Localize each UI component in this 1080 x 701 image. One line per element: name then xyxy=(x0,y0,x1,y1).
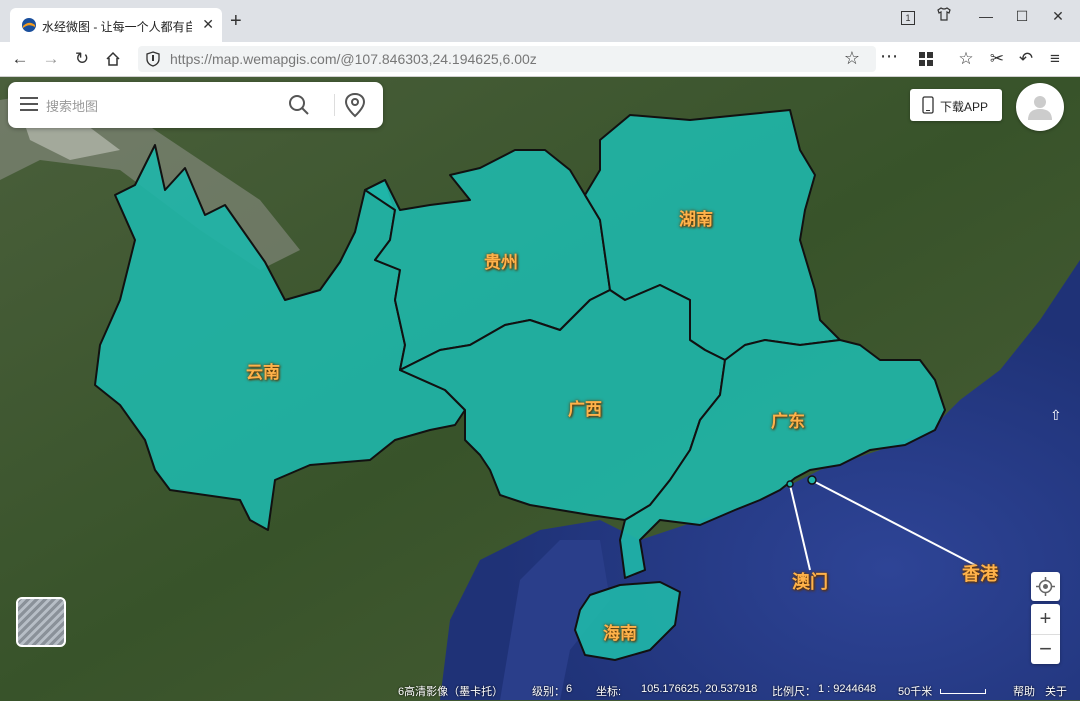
tab-count: 1 xyxy=(901,11,915,25)
menu-icon[interactable]: ≡ xyxy=(1043,47,1067,71)
apps-grid-icon[interactable] xyxy=(914,47,938,71)
macau-marker xyxy=(786,480,794,488)
home-icon[interactable] xyxy=(101,47,125,71)
download-app-button[interactable]: 下载APP xyxy=(910,89,1002,121)
north-arrow-icon: ⇧ xyxy=(1050,408,1062,424)
browser-toolbar: ← → ↻ https://map.wemapgis.com/@107.8463… xyxy=(0,42,1080,77)
search-input[interactable] xyxy=(44,94,278,118)
bookmark-star-icon[interactable]: ☆ xyxy=(844,48,860,69)
about-link[interactable]: 关于 xyxy=(1045,683,1067,699)
favorites-icon[interactable]: ☆ xyxy=(954,47,978,71)
basemap-switch-thumbnail[interactable] xyxy=(16,597,66,647)
hongkong-marker xyxy=(807,475,817,485)
label-guangdong: 广东 xyxy=(771,412,805,431)
phone-icon xyxy=(922,96,934,114)
map-svg: ⇧ xyxy=(0,77,1080,701)
label-yunnan: 云南 xyxy=(246,363,280,382)
label-guizhou: 贵州 xyxy=(484,253,518,272)
browser-tab[interactable]: 水经微图 - 让每一个人都有自 ✕ xyxy=(10,8,222,42)
zoom-level-value: 6 xyxy=(566,683,573,695)
more-icon[interactable]: ⋯ xyxy=(880,46,898,67)
maximize-icon[interactable]: ☐ xyxy=(1012,6,1032,26)
shirt-icon[interactable] xyxy=(934,6,954,26)
coordinate-label: 坐标: xyxy=(596,686,622,698)
search-box xyxy=(8,82,383,128)
scissors-icon[interactable]: ✂ xyxy=(985,47,1009,71)
tab-close-icon[interactable]: ✕ xyxy=(202,16,214,33)
user-icon xyxy=(1028,96,1052,120)
label-macau: 澳门 xyxy=(792,572,828,592)
label-hainan: 海南 xyxy=(603,624,637,643)
url-host: https://map.wemapgis.com/ xyxy=(170,51,341,67)
undo-icon[interactable]: ↶ xyxy=(1014,47,1038,71)
map-canvas[interactable]: ⇧ 云南 贵州 湖南 广西 广东 海南 澳门 香港 xyxy=(0,77,1080,701)
tab-counter-icon[interactable]: 1 xyxy=(898,6,918,26)
reload-icon[interactable]: ↻ xyxy=(70,47,94,71)
tab-title: 水经微图 - 让每一个人都有自 xyxy=(42,20,192,34)
url-path: @107.846303,24.194625,6.00z xyxy=(340,51,537,67)
back-icon[interactable]: ← xyxy=(8,47,32,71)
user-avatar[interactable] xyxy=(1016,83,1064,131)
zoom-in-button[interactable]: + xyxy=(1031,604,1060,634)
search-icon[interactable] xyxy=(288,94,310,116)
address-bar[interactable]: https://map.wemapgis.com/@107.846303,24.… xyxy=(138,46,898,72)
coordinate-value: 105.176625, 20.537918 xyxy=(641,683,758,695)
hamburger-menu-icon[interactable] xyxy=(20,97,38,111)
zoom-out-button[interactable]: − xyxy=(1031,634,1060,664)
browser-titlebar: 水经微图 - 让每一个人都有自 ✕ + 1 — ☐ ✕ xyxy=(0,0,1080,42)
site-favicon-icon xyxy=(22,18,36,32)
label-hunan: 湖南 xyxy=(679,210,713,229)
minimize-icon[interactable]: — xyxy=(976,6,996,26)
help-link[interactable]: 帮助 xyxy=(1013,683,1035,699)
map-status-bar: 6高清影像（墨卡托） 级别： 6 坐标: 105.176625, 20.5379… xyxy=(0,680,1080,701)
crosshair-icon xyxy=(1036,577,1055,596)
scale-bar xyxy=(940,689,986,694)
label-hongkong: 香港 xyxy=(962,564,998,584)
location-pin-icon[interactable] xyxy=(344,92,366,118)
close-window-icon[interactable]: ✕ xyxy=(1048,6,1068,26)
imagery-type: 6高清影像（墨卡托） xyxy=(398,686,504,698)
scale-value: 1 : 9244648 xyxy=(818,683,877,695)
new-tab-icon[interactable]: + xyxy=(230,10,242,33)
zoom-control: + − xyxy=(1031,604,1060,664)
scale-bar-label: 50千米 xyxy=(898,686,933,698)
my-location-button[interactable] xyxy=(1031,572,1060,601)
label-guangxi: 广西 xyxy=(568,400,602,419)
shield-icon xyxy=(146,51,160,67)
search-divider xyxy=(334,94,335,116)
zoom-level-label: 级别： xyxy=(532,686,565,698)
forward-icon[interactable]: → xyxy=(39,47,63,71)
url-text: https://map.wemapgis.com/@107.846303,24.… xyxy=(170,51,537,67)
scale-label: 比例尺： xyxy=(772,686,816,698)
download-app-label: 下载APP xyxy=(940,100,989,114)
